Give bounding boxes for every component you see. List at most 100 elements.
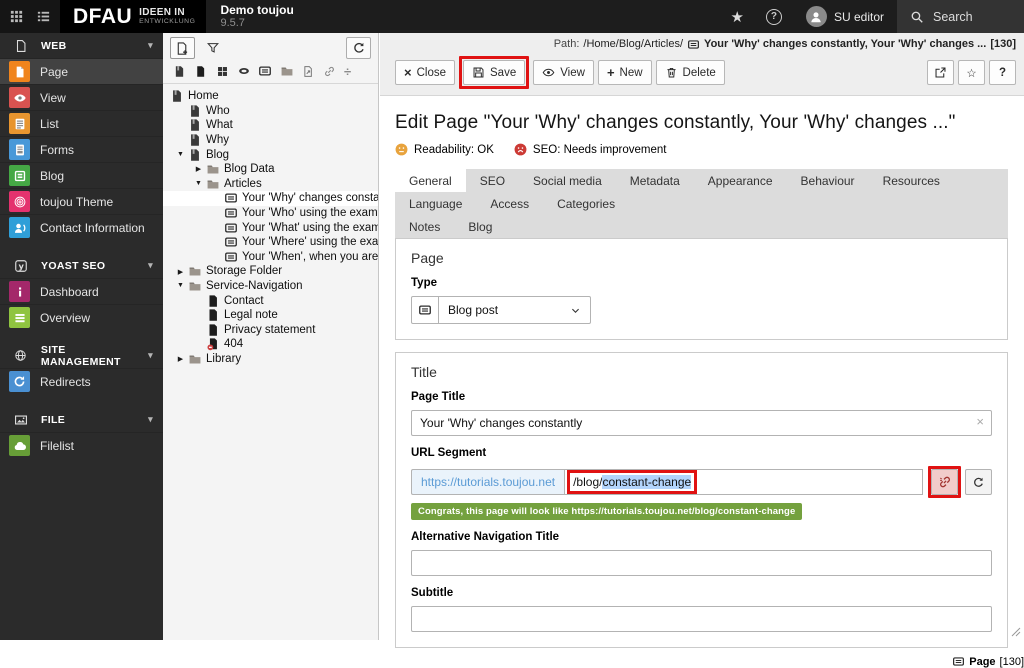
tree-node-label: Blog [206, 148, 230, 161]
regenerate-url-button[interactable] [965, 469, 992, 495]
sidebar-item-blog[interactable]: Blog [0, 162, 163, 188]
sidebar-item-toujou-theme[interactable]: toujou Theme [0, 188, 163, 214]
pagetree-node[interactable]: Your 'When', when you are ready [163, 250, 378, 265]
link-drag-icon[interactable] [323, 64, 337, 78]
clear-icon[interactable]: × [976, 415, 984, 428]
sidebar-item-view[interactable]: View [0, 84, 163, 110]
sidebar-item-filelist[interactable]: Filelist [0, 432, 163, 458]
forms-module-icon [9, 139, 30, 160]
tree-node-label: Contact [224, 294, 264, 307]
tab[interactable]: Behaviour [787, 169, 869, 192]
view-button[interactable]: View [533, 60, 594, 85]
tab[interactable]: Appearance [694, 169, 787, 192]
pagetree-node[interactable]: ▶ Blog Data [163, 162, 378, 177]
pagetree-node[interactable]: ▶ Storage Folder [163, 264, 378, 279]
subtitle-input[interactable] [411, 606, 992, 632]
pagetree-node[interactable]: Legal note [163, 308, 378, 323]
sidebar-section-site-management[interactable]: SITE MANAGEMENT ▾ [0, 343, 163, 368]
pagetree-node[interactable]: Your 'What' using the example of a [163, 220, 378, 235]
star-outline-icon: ☆ [966, 67, 977, 80]
grid-page-drag-icon[interactable] [215, 64, 229, 78]
open-in-new-window-button[interactable] [927, 60, 954, 85]
user-menu[interactable]: SU editor [793, 0, 897, 33]
pagetree-node[interactable]: ▼ Blog [163, 147, 378, 162]
tab[interactable]: Metadata [616, 169, 694, 192]
shortcut-page-drag-icon[interactable] [301, 64, 315, 78]
filter-button[interactable] [200, 37, 225, 59]
page-type-select[interactable]: Blog post [439, 296, 591, 324]
tree-expander-icon[interactable]: ▶ [193, 165, 204, 173]
global-search[interactable]: Search [897, 0, 1024, 33]
resize-handle-icon[interactable] [1010, 626, 1022, 638]
pagetree-node[interactable]: Your 'Where' using the example of [163, 235, 378, 250]
tree-node-label: Why [206, 134, 229, 147]
pagetree-node[interactable]: What [163, 118, 378, 133]
tab[interactable]: Blog [454, 215, 506, 238]
new-page-button[interactable] [170, 37, 195, 59]
tab[interactable]: Categories [543, 192, 629, 215]
bookmark-button[interactable]: ☆ [958, 60, 985, 85]
sidebar-section-file[interactable]: FILE ▾ [0, 407, 163, 432]
sidebar-item-list[interactable]: List [0, 110, 163, 136]
article-drag-icon[interactable] [258, 64, 272, 78]
tab[interactable]: Notes [395, 215, 454, 238]
pagetree-node[interactable]: Who [163, 104, 378, 119]
pagetree-node[interactable]: 404 [163, 337, 378, 352]
refresh-tree-button[interactable] [346, 37, 371, 59]
sidebar-item-redirects[interactable]: Redirects [0, 368, 163, 394]
pagetree-node[interactable]: Contact [163, 293, 378, 308]
pagetree-node[interactable]: Privacy statement [163, 323, 378, 338]
tab[interactable]: Social media [519, 169, 616, 192]
pagetree-node[interactable]: ▶ Library [163, 352, 378, 367]
save-button[interactable]: Save [463, 60, 526, 85]
tree-expander-icon[interactable]: ▶ [175, 268, 186, 276]
close-button[interactable]: × Close [395, 60, 455, 85]
tab[interactable]: Resources [869, 169, 954, 192]
pagetree-node[interactable]: Home [163, 89, 378, 104]
tree-expander-icon[interactable]: ▼ [175, 282, 186, 289]
divider-drag-icon[interactable]: ÷ [344, 65, 351, 78]
pagetree-node[interactable]: ▼ Service-Navigation [163, 279, 378, 294]
help-icon[interactable]: ? [755, 0, 793, 33]
top-bar: DFAU IDEEN IN ENTWICKLUNG Demo toujou 9.… [0, 0, 1024, 33]
pagetree-node[interactable]: Why [163, 133, 378, 148]
sidebar-section-yoast-seo[interactable]: YOAST SEO ▾ [0, 253, 163, 278]
bookmark-star-icon[interactable]: ★ [720, 0, 755, 33]
modules-grid-toggle-icon[interactable] [9, 9, 24, 24]
brand-logo[interactable]: DFAU IDEEN IN ENTWICKLUNG [60, 0, 207, 33]
folder-drag-icon[interactable] [280, 64, 294, 78]
alt-nav-title-input[interactable] [411, 550, 992, 576]
sidebar-item-overview[interactable]: Overview [0, 304, 163, 330]
tab[interactable]: General [395, 169, 466, 192]
yoast-section-icon [9, 259, 33, 273]
standard-page-drag-icon[interactable] [172, 64, 186, 78]
help-button[interactable]: ? [989, 60, 1016, 85]
pagetree-node[interactable]: Your 'Who' using the example of yo [163, 206, 378, 221]
delete-button[interactable]: Delete [655, 60, 725, 85]
toggle-url-lock-button[interactable] [931, 469, 958, 495]
sidebar-item-contact-information[interactable]: Contact Information [0, 214, 163, 240]
sidebar-item-page[interactable]: Page [0, 58, 163, 84]
tab[interactable]: Language [395, 192, 476, 215]
url-hint-badge: Congrats, this page will look like https… [411, 503, 803, 520]
sidebar-item-forms[interactable]: Forms [0, 136, 163, 162]
sidebar-section-web[interactable]: WEB ▾ [0, 33, 163, 58]
pagetree-node[interactable]: Your 'Why' changes constantly [163, 191, 378, 206]
site-info: Demo toujou 9.5.7 [206, 0, 307, 33]
page-title-input[interactable] [411, 410, 992, 436]
tree-expander-icon[interactable]: ▶ [175, 355, 186, 363]
record-title: Your 'Why' changes constantly, Your 'Why… [704, 38, 987, 50]
tab[interactable]: Access [476, 192, 543, 215]
pagetree-toggle-icon[interactable] [36, 9, 51, 24]
pagetree-node[interactable]: ▼ Articles [163, 177, 378, 192]
sidebar-item-dashboard[interactable]: Dashboard [0, 278, 163, 304]
tab[interactable]: SEO [466, 169, 519, 192]
tree-expander-icon[interactable]: ▼ [193, 180, 204, 187]
page-drag-icon[interactable] [194, 64, 208, 78]
folder-icon [207, 165, 219, 174]
oval-page-drag-icon[interactable] [237, 64, 251, 78]
tree-node-label: Storage Folder [206, 265, 283, 278]
new-button[interactable]: + New [597, 60, 652, 85]
url-segment-input[interactable]: /blog/constant-change [564, 469, 923, 495]
tree-expander-icon[interactable]: ▼ [175, 151, 186, 158]
